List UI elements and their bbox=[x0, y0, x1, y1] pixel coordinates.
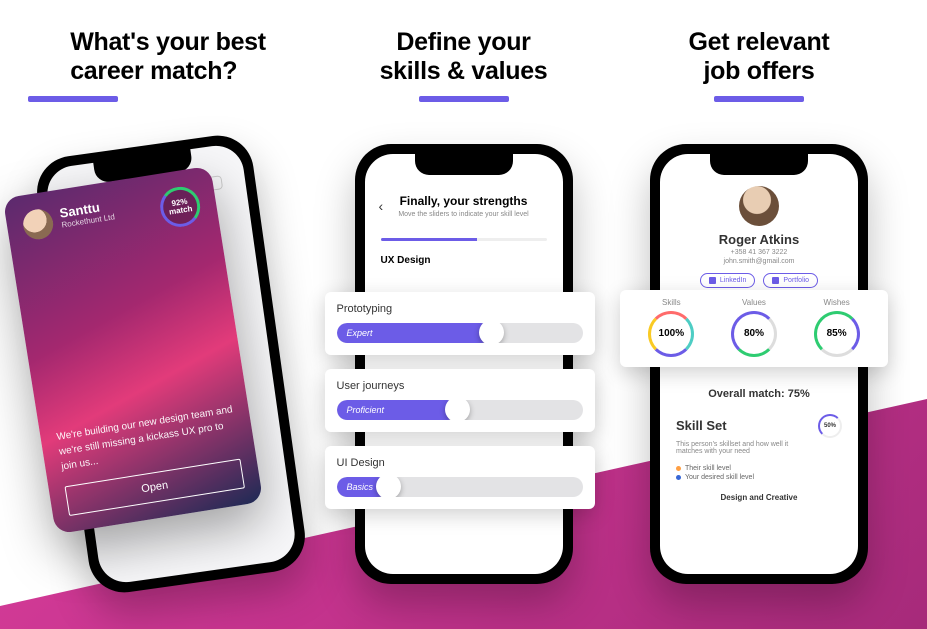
match-rings-card: Skills 100% Values 80% Wishes 85% bbox=[620, 290, 888, 367]
slider-track[interactable]: Basics bbox=[337, 477, 583, 497]
overall-match: Overall match: 75% bbox=[660, 388, 858, 400]
slider-thumb[interactable] bbox=[376, 477, 401, 497]
skill-category: Design and Creative bbox=[676, 493, 842, 502]
ring-label: Values bbox=[731, 298, 777, 307]
profile-name: Roger Atkins bbox=[660, 232, 858, 247]
back-icon[interactable]: ‹ bbox=[379, 198, 384, 214]
skillset-pct-ring: 50% bbox=[818, 414, 842, 438]
skillset-heading: Skill Set bbox=[676, 418, 727, 433]
strengths-heading: Finally, your strengths bbox=[381, 194, 547, 208]
col2-title: Define your skills & values bbox=[380, 28, 548, 86]
skillset-desc: This person's skillset and how well it m… bbox=[676, 441, 806, 455]
linkedin-button[interactable]: LinkedIn bbox=[700, 273, 755, 288]
slider-label: UI Design bbox=[337, 457, 583, 469]
ring-values: 80% bbox=[731, 311, 777, 357]
portfolio-button[interactable]: Portfolio bbox=[763, 273, 818, 288]
col3-underline bbox=[714, 96, 804, 102]
col2-underline bbox=[419, 96, 509, 102]
phone-skills: ‹ Finally, your strengths Move the slide… bbox=[355, 144, 573, 584]
col3-title: Get relevant job offers bbox=[689, 28, 830, 86]
slider-label: User journeys bbox=[337, 380, 583, 392]
col1-title: What's your best career match? bbox=[70, 28, 266, 86]
skill-category: UX Design bbox=[365, 241, 563, 270]
slider-card-uidesign: UI Design Basics bbox=[325, 446, 595, 509]
slider-thumb[interactable] bbox=[445, 400, 470, 420]
ring-skills: 100% bbox=[648, 311, 694, 357]
ring-label: Wishes bbox=[814, 298, 860, 307]
slider-track[interactable]: Proficient bbox=[337, 400, 583, 420]
legend: Their skill level Your desired skill lev… bbox=[676, 465, 842, 481]
avatar bbox=[21, 207, 55, 241]
profile-email: john.smith@gmail.com bbox=[660, 258, 858, 265]
col1-underline bbox=[28, 96, 118, 102]
slider-card-userjourneys: User journeys Proficient bbox=[325, 369, 595, 432]
slider-track[interactable]: Expert bbox=[337, 323, 583, 343]
slider-card-prototyping: Prototyping Expert bbox=[325, 292, 595, 355]
slider-thumb[interactable] bbox=[479, 323, 504, 343]
slider-label: Prototyping bbox=[337, 303, 583, 315]
match-ring: 92%match bbox=[157, 183, 203, 229]
ring-label: Skills bbox=[648, 298, 694, 307]
avatar bbox=[739, 186, 779, 226]
strengths-sub: Move the sliders to indicate your skill … bbox=[381, 211, 547, 218]
ring-wishes: 85% bbox=[814, 311, 860, 357]
profile-phone: +358 41 367 3222 bbox=[660, 249, 858, 256]
